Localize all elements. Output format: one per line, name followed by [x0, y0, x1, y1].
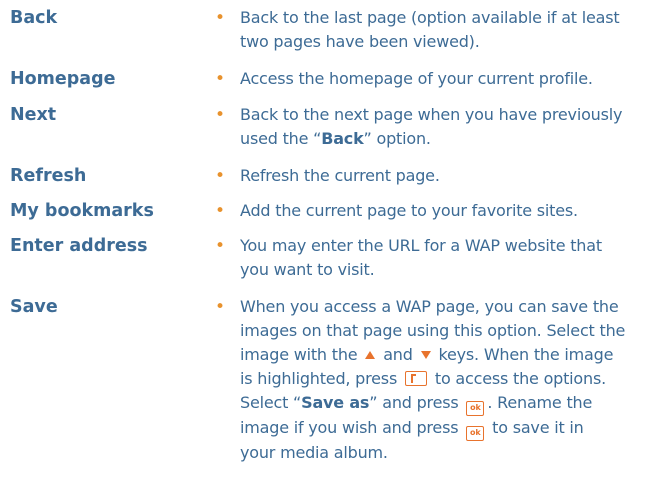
option-term: Enter address — [10, 236, 148, 256]
text-fragment: ” and press — [369, 393, 459, 412]
bullet: • — [215, 201, 226, 221]
option-description: Add the current page to your favorite si… — [240, 199, 646, 223]
option-description: Back to the next page when you have prev… — [240, 103, 646, 151]
bullet: • — [215, 166, 226, 186]
option-term: Back — [10, 8, 58, 28]
description-line: image with the and keys. When the image — [240, 343, 646, 367]
up-arrow-key-icon — [365, 351, 376, 359]
down-arrow-key-icon — [420, 351, 431, 359]
text-fragment: to access the options. — [434, 369, 606, 388]
description-line: two pages have been viewed). — [240, 32, 480, 51]
options-list: Back • Back to the last page (option ava… — [0, 0, 656, 483]
text-fragment: used the “ — [240, 129, 322, 148]
bullet: • — [215, 69, 226, 89]
option-term: Refresh — [10, 166, 87, 186]
description-line: Access the homepage of your current prof… — [240, 69, 593, 88]
left-softkey-icon — [404, 371, 427, 386]
description-line: Back to the next page when you have prev… — [240, 105, 623, 124]
description-line: Refresh the current page. — [240, 166, 440, 185]
bullet: • — [215, 297, 226, 317]
option-description: You may enter the URL for a WAP website … — [240, 234, 646, 282]
description-line: When you access a WAP page, you can save… — [240, 297, 619, 316]
description-line: image if you wish and press ok to save i… — [240, 416, 646, 441]
description-line: is highlighted, press to access the opti… — [240, 367, 646, 391]
text-fragment: . Rename the — [487, 393, 593, 412]
option-term: Next — [10, 105, 57, 125]
option-term: My bookmarks — [10, 201, 154, 221]
option-term: Homepage — [10, 69, 116, 89]
bullet: • — [215, 8, 226, 28]
description-line: Select “Save as” and press ok. Rename th… — [240, 391, 646, 416]
option-term: Save — [10, 297, 58, 317]
option-description: Back to the last page (option available … — [240, 6, 646, 54]
text-fragment: keys. When the image — [438, 345, 614, 364]
description-line: Add the current page to your favorite si… — [240, 201, 578, 220]
bold-fragment: Back — [321, 129, 364, 148]
text-fragment: to save it in — [492, 418, 584, 437]
bold-fragment: Save as — [301, 393, 370, 412]
bullet: • — [215, 105, 226, 125]
text-fragment: and — [383, 345, 413, 364]
bullet: • — [215, 236, 226, 256]
option-description: Access the homepage of your current prof… — [240, 67, 646, 91]
text-fragment: Select “ — [240, 393, 302, 412]
description-line: you want to visit. — [240, 260, 375, 279]
ok-key-icon: ok — [466, 426, 485, 441]
option-description: Refresh the current page. — [240, 164, 646, 188]
description-line: used the “Back” option. — [240, 127, 646, 151]
ok-key-icon: ok — [466, 401, 485, 416]
description-line: your media album. — [240, 443, 388, 462]
description-line: images on that page using this option. S… — [240, 321, 626, 340]
text-fragment: image with the — [240, 345, 358, 364]
option-description: When you access a WAP page, you can save… — [240, 295, 646, 465]
description-line: Back to the last page (option available … — [240, 8, 620, 27]
text-fragment: image if you wish and press — [240, 418, 459, 437]
text-fragment: ” option. — [363, 129, 431, 148]
text-fragment: is highlighted, press — [240, 369, 398, 388]
description-line: You may enter the URL for a WAP website … — [240, 236, 602, 255]
